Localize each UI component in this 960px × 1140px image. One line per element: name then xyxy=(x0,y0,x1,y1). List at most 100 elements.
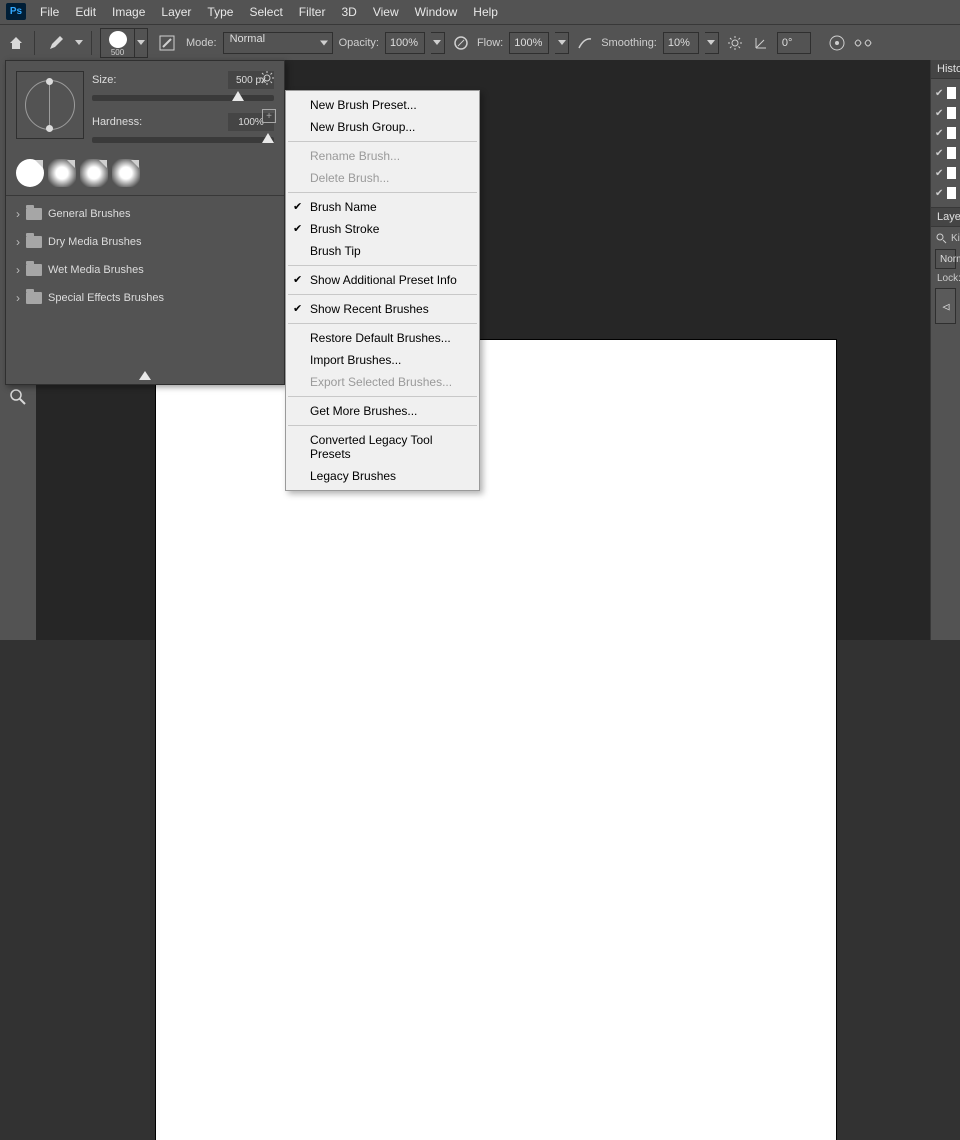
history-item[interactable] xyxy=(931,183,960,203)
symmetry-icon[interactable] xyxy=(853,33,873,53)
angle-input[interactable]: 0° xyxy=(777,32,811,54)
brush-preview-picker[interactable]: 500 xyxy=(100,28,148,58)
history-thumb xyxy=(947,167,956,179)
flow-label: Flow: xyxy=(477,37,503,49)
menu-brush-name[interactable]: Brush Name xyxy=(286,196,479,218)
brush-options-menu: New Brush Preset... New Brush Group... R… xyxy=(285,90,480,491)
history-panel-tab[interactable]: History xyxy=(931,60,960,79)
separator xyxy=(6,195,284,196)
menu-3d[interactable]: 3D xyxy=(333,0,364,24)
menu-rename-brush: Rename Brush... xyxy=(286,145,479,167)
history-item[interactable] xyxy=(931,143,960,163)
brush-folder[interactable]: General Brushes xyxy=(12,200,278,228)
chevron-down-icon xyxy=(707,40,715,45)
filter-kind-label: Kind xyxy=(951,233,960,244)
smoothing-label: Smoothing: xyxy=(601,37,657,49)
flow-input[interactable]: 100% xyxy=(509,32,549,54)
menu-show-recent-brushes[interactable]: Show Recent Brushes xyxy=(286,298,479,320)
opacity-input[interactable]: 100% xyxy=(385,32,425,54)
tool-preset-chevron-icon[interactable] xyxy=(75,40,83,45)
zoom-tool[interactable] xyxy=(5,384,31,410)
opacity-dropdown[interactable] xyxy=(431,32,445,54)
separator xyxy=(34,31,35,55)
menu-layer[interactable]: Layer xyxy=(153,0,199,24)
check-icon xyxy=(935,187,943,199)
angle-icon[interactable] xyxy=(751,33,771,53)
layers-panel-tab[interactable]: Layers xyxy=(931,208,960,227)
hardness-slider[interactable] xyxy=(92,137,274,143)
recent-brush[interactable] xyxy=(112,159,140,187)
flow-dropdown[interactable] xyxy=(555,32,569,54)
layer-blend-select[interactable]: Normal xyxy=(935,249,956,269)
pressure-size-icon[interactable] xyxy=(827,33,847,53)
menu-window[interactable]: Window xyxy=(407,0,466,24)
brush-panel-toggle-icon[interactable] xyxy=(156,32,178,54)
menu-image[interactable]: Image xyxy=(104,0,153,24)
chevron-down-icon xyxy=(558,40,566,45)
brush-tool-icon[interactable] xyxy=(45,32,67,54)
slider-thumb[interactable] xyxy=(262,133,274,143)
check-icon xyxy=(935,107,943,119)
menu-select[interactable]: Select xyxy=(241,0,290,24)
new-preset-icon[interactable]: + xyxy=(262,109,276,123)
menu-filter[interactable]: Filter xyxy=(291,0,334,24)
brush-folder[interactable]: Special Effects Brushes xyxy=(12,284,278,312)
slider-thumb[interactable] xyxy=(232,91,244,101)
menu-show-additional-info[interactable]: Show Additional Preset Info xyxy=(286,269,479,291)
history-item[interactable] xyxy=(931,103,960,123)
menu-file[interactable]: File xyxy=(32,0,67,24)
smoothing-gear-icon[interactable] xyxy=(725,33,745,53)
check-icon xyxy=(935,87,943,99)
search-icon[interactable] xyxy=(935,231,947,245)
folder-icon xyxy=(26,264,42,276)
lock-label: Lock: xyxy=(937,273,960,284)
menu-new-brush-group[interactable]: New Brush Group... xyxy=(286,116,479,138)
gear-icon[interactable] xyxy=(258,69,276,87)
menu-view[interactable]: View xyxy=(365,0,407,24)
recent-brushes xyxy=(6,153,284,191)
separator xyxy=(288,425,477,426)
menu-get-more-brushes[interactable]: Get More Brushes... xyxy=(286,400,479,422)
layer-row[interactable] xyxy=(935,288,956,324)
right-panels: History Layers Kind Normal Lock: xyxy=(930,60,960,640)
resize-handle-icon[interactable] xyxy=(139,371,151,380)
smoothing-dropdown[interactable] xyxy=(705,32,719,54)
menu-brush-tip[interactable]: Brush Tip xyxy=(286,240,479,262)
brush-folder[interactable]: Dry Media Brushes xyxy=(12,228,278,256)
folder-icon xyxy=(26,208,42,220)
menu-legacy-tool-presets[interactable]: Converted Legacy Tool Presets xyxy=(286,429,479,465)
history-item[interactable] xyxy=(931,83,960,103)
brush-size-readout: 500 xyxy=(111,48,124,57)
separator xyxy=(288,396,477,397)
recent-brush[interactable] xyxy=(80,159,108,187)
smoothing-input[interactable]: 10% xyxy=(663,32,699,54)
menu-help[interactable]: Help xyxy=(465,0,506,24)
menu-brush-stroke[interactable]: Brush Stroke xyxy=(286,218,479,240)
pressure-opacity-icon[interactable] xyxy=(451,33,471,53)
brush-angle-preview[interactable] xyxy=(16,71,84,139)
menu-restore-default[interactable]: Restore Default Brushes... xyxy=(286,327,479,349)
eye-icon[interactable] xyxy=(942,299,950,314)
brush-preset-popover: + Size: 500 px Hardness: 100% Ge xyxy=(5,60,285,385)
history-thumb xyxy=(947,127,956,139)
chevron-right-icon xyxy=(16,235,20,249)
home-icon[interactable] xyxy=(6,33,26,53)
history-item[interactable] xyxy=(931,163,960,183)
check-icon xyxy=(935,147,943,159)
menu-legacy-brushes[interactable]: Legacy Brushes xyxy=(286,465,479,487)
opacity-label: Opacity: xyxy=(339,37,379,49)
menu-type[interactable]: Type xyxy=(199,0,241,24)
history-item[interactable] xyxy=(931,123,960,143)
menu-edit[interactable]: Edit xyxy=(67,0,104,24)
menu-import-brushes[interactable]: Import Brushes... xyxy=(286,349,479,371)
airbrush-icon[interactable] xyxy=(575,33,595,53)
size-slider[interactable] xyxy=(92,95,274,101)
brush-folder[interactable]: Wet Media Brushes xyxy=(12,256,278,284)
blend-mode-select[interactable]: Normal xyxy=(223,32,333,54)
recent-brush[interactable] xyxy=(16,159,44,187)
chevron-down-icon xyxy=(320,40,328,45)
recent-brush[interactable] xyxy=(48,159,76,187)
document-canvas[interactable] xyxy=(156,340,836,1140)
menu-new-brush-preset[interactable]: New Brush Preset... xyxy=(286,94,479,116)
separator xyxy=(288,323,477,324)
